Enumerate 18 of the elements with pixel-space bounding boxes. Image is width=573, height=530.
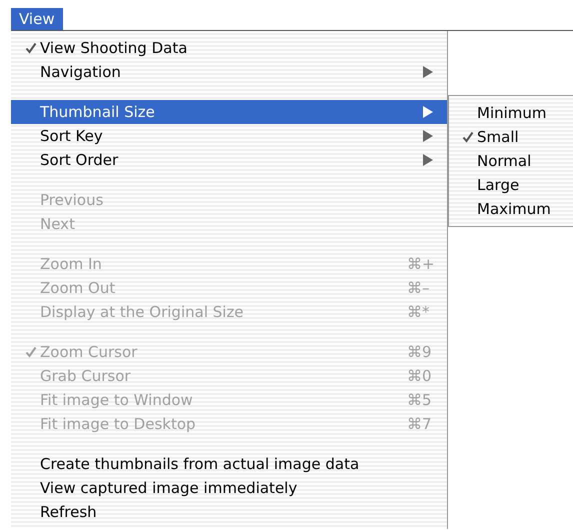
menu-item[interactable]: Sort Key (11, 124, 447, 148)
menu-title[interactable]: View (11, 8, 63, 30)
menu-item[interactable]: Create thumbnails from actual image data (11, 452, 447, 476)
menu-item[interactable]: View Shooting Data (11, 36, 447, 60)
submenu-item[interactable]: Minimum (449, 101, 573, 125)
submenu-item[interactable]: Large (449, 173, 573, 197)
submenu-item[interactable]: Maximum (449, 197, 573, 221)
menu-item[interactable]: Navigation (11, 60, 447, 84)
menu-item[interactable]: Sort Order (11, 148, 447, 172)
menu-item[interactable]: Refresh (11, 500, 447, 524)
submenu-item[interactable]: Normal (449, 149, 573, 173)
submenu-item[interactable]: Small (449, 125, 573, 149)
submenu-arrow-icon (423, 106, 433, 118)
menu-item[interactable]: Thumbnail Size (11, 100, 447, 124)
submenu-arrow-icon (423, 66, 433, 78)
menu-item[interactable]: View captured image immediately (11, 476, 447, 500)
submenu-arrow-icon (423, 154, 433, 166)
submenu-arrow-icon (423, 130, 433, 142)
